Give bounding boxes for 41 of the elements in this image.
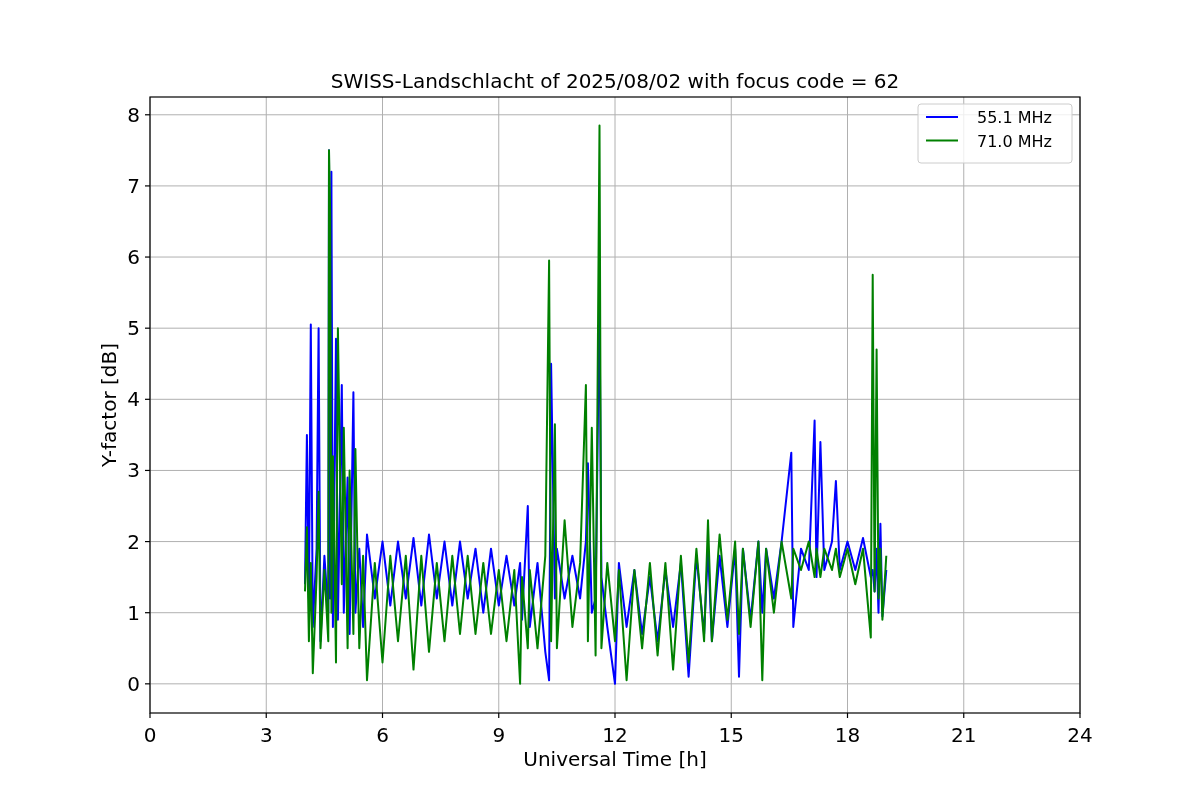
x-tick-label: 15 [718, 723, 744, 747]
x-axis-label: Universal Time [h] [523, 747, 707, 771]
y-tick-mark [144, 398, 151, 400]
x-tick-label: 12 [602, 723, 628, 747]
y-tick-label: 2 [127, 529, 140, 554]
x-tick-label: 21 [951, 723, 977, 747]
x-tick-mark [963, 712, 965, 719]
y-tick-label: 4 [127, 387, 140, 412]
x-tick-mark [149, 712, 151, 719]
x-tick-mark [381, 712, 384, 719]
y-tick-mark [144, 612, 151, 614]
x-tick-mark [846, 712, 849, 719]
x-tick-mark [498, 712, 500, 719]
y-tick-label: 7 [127, 173, 140, 198]
y-tick-label: 6 [127, 245, 140, 270]
x-tick-label: 24 [1067, 723, 1093, 747]
x-tick-mark [265, 712, 267, 719]
x-tick-label: 18 [834, 723, 861, 747]
y-tick-mark [144, 185, 151, 187]
y-tick-mark [144, 256, 151, 258]
y-tick-label: 1 [127, 600, 140, 625]
x-tick-label: 0 [143, 723, 157, 747]
x-tick-label: 9 [492, 723, 506, 747]
chart-title: SWISS-Landschlacht of 2025/08/02 with focus code = 62 [330, 69, 900, 93]
y-tick-label: 5 [127, 316, 140, 341]
y-tick-mark [144, 540, 151, 543]
y-tick-label: 8 [127, 102, 140, 127]
y-tick-mark [144, 327, 151, 329]
y-tick-mark [144, 114, 151, 116]
y-tick-mark [144, 469, 151, 472]
x-tick-label: 3 [259, 723, 273, 747]
y-tick-mark [144, 683, 151, 685]
x-tick-mark [1079, 712, 1081, 719]
x-tick-mark [730, 712, 732, 719]
x-tick-label: 6 [376, 723, 389, 747]
y-tick-label: 0 [127, 671, 140, 696]
y-axis-label: Y-factor [dB] [97, 343, 121, 467]
legend-label: 55.1 MHz [977, 108, 1052, 127]
legend-label: 71.0 MHz [977, 131, 1052, 151]
x-tick-mark [614, 712, 616, 719]
y-tick-label: 3 [127, 458, 140, 483]
